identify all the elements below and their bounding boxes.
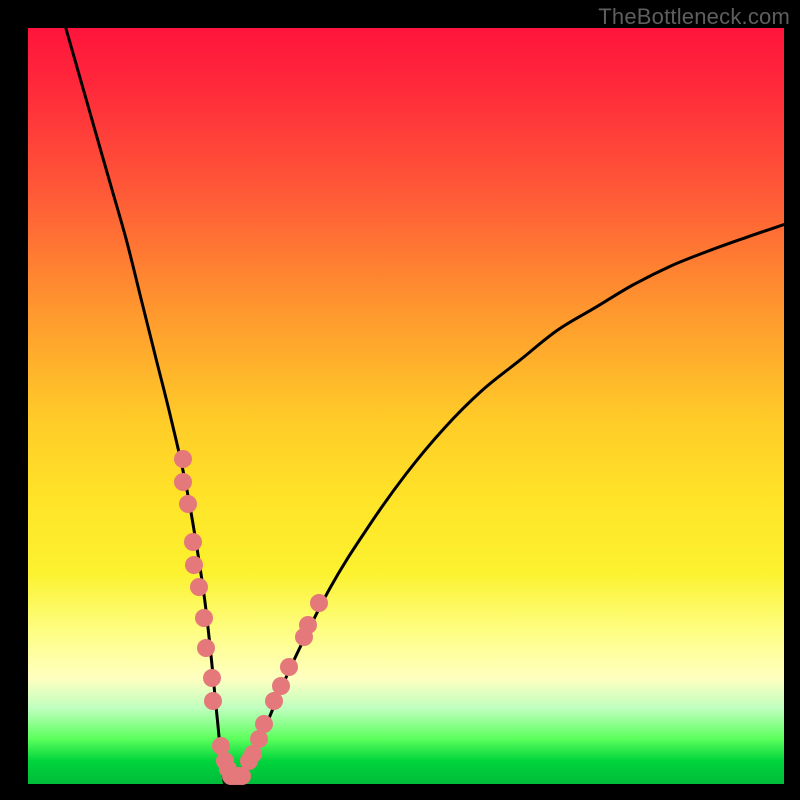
- highlight-dot: [179, 495, 197, 513]
- highlight-dot: [203, 669, 221, 687]
- highlight-dot: [272, 677, 290, 695]
- highlight-dot: [197, 639, 215, 657]
- watermark-text: TheBottleneck.com: [598, 4, 790, 30]
- highlight-dot: [174, 473, 192, 491]
- highlight-dot: [190, 578, 208, 596]
- highlight-dot: [204, 692, 222, 710]
- highlight-dot: [184, 533, 202, 551]
- highlight-dot: [185, 556, 203, 574]
- highlight-dot: [310, 594, 328, 612]
- highlight-dot: [299, 616, 317, 634]
- highlight-dot: [195, 609, 213, 627]
- highlight-dot: [280, 658, 298, 676]
- curve-svg: [28, 28, 784, 784]
- highlight-dot: [174, 450, 192, 468]
- bottleneck-curve: [66, 28, 784, 784]
- highlight-dot: [255, 715, 273, 733]
- chart-plot-area: [28, 28, 784, 784]
